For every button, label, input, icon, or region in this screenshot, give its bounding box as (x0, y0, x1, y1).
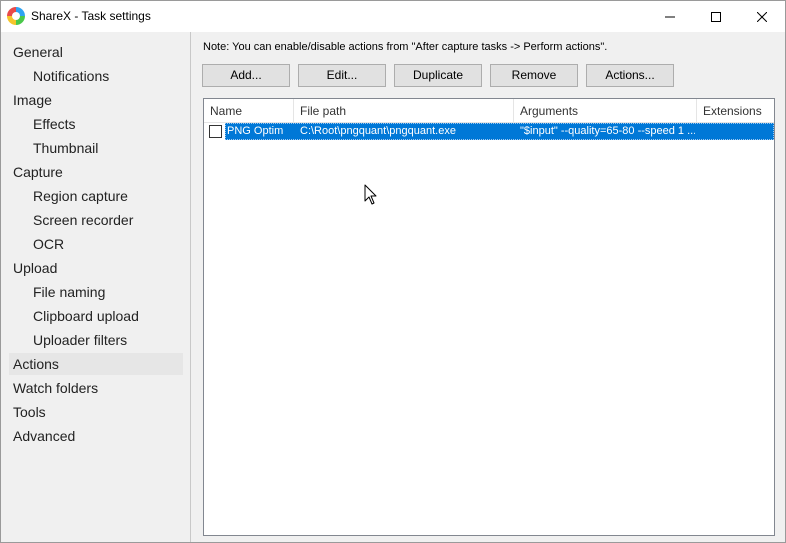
close-button[interactable] (739, 1, 785, 32)
edit-action-button[interactable]: Edit... (298, 64, 386, 87)
column-header-file-path[interactable]: File path (294, 99, 514, 123)
tree-item-watch-folders[interactable]: Watch folders (13, 377, 98, 399)
tree-item-general[interactable]: General (13, 41, 63, 63)
minimize-icon (665, 16, 675, 17)
tree-item-region-capture[interactable]: Region capture (33, 185, 128, 207)
minimize-button[interactable] (647, 1, 693, 32)
row-name-cell: PNG Optim (227, 125, 284, 137)
column-header-extensions[interactable]: Extensions (697, 99, 774, 123)
remove-action-button[interactable]: Remove (490, 64, 578, 87)
list-header: Name File path Arguments Extensions (204, 99, 774, 123)
column-header-arguments[interactable]: Arguments (514, 99, 697, 123)
maximize-icon (711, 11, 721, 22)
table-row[interactable]: PNG Optim C:\Root\pngquant\pngquant.exe … (204, 123, 774, 140)
title-bar: ShareX - Task settings (1, 1, 785, 32)
window-title: ShareX - Task settings (31, 9, 151, 23)
sharex-logo-icon (7, 7, 25, 25)
tree-item-notifications[interactable]: Notifications (33, 65, 109, 87)
maximize-button[interactable] (693, 1, 739, 32)
tree-item-effects[interactable]: Effects (33, 113, 76, 135)
tree-item-thumbnail[interactable]: Thumbnail (33, 137, 98, 159)
action-enabled-checkbox[interactable] (209, 125, 222, 138)
mouse-pointer-icon (364, 184, 377, 205)
actions-list[interactable]: Name File path Arguments Extensions PNG … (203, 98, 775, 536)
row-arguments-cell: "$input" --quality=65-80 --speed 1 ... (520, 125, 695, 137)
tree-item-actions[interactable]: Actions (9, 353, 183, 375)
tree-item-capture[interactable]: Capture (13, 161, 63, 183)
add-action-button[interactable]: Add... (202, 64, 290, 87)
duplicate-action-button[interactable]: Duplicate (394, 64, 482, 87)
tree-item-ocr[interactable]: OCR (33, 233, 64, 255)
row-extensions-cell (703, 123, 773, 140)
tree-item-tools[interactable]: Tools (13, 401, 46, 423)
settings-tree: General Notifications Image Effects Thum… (1, 32, 191, 542)
tree-item-image[interactable]: Image (13, 89, 52, 111)
actions-menu-button[interactable]: Actions... (586, 64, 674, 87)
row-file-path-cell: C:\Root\pngquant\pngquant.exe (300, 125, 456, 137)
column-header-name[interactable]: Name (204, 99, 294, 123)
close-icon (757, 11, 767, 22)
tree-item-clipboard-upload[interactable]: Clipboard upload (33, 305, 139, 327)
actions-note: Note: You can enable/disable actions fro… (203, 41, 608, 53)
tree-item-advanced[interactable]: Advanced (13, 425, 75, 447)
tree-item-upload[interactable]: Upload (13, 257, 57, 279)
tree-item-file-naming[interactable]: File naming (33, 281, 105, 303)
tree-item-uploader-filters[interactable]: Uploader filters (33, 329, 127, 351)
tree-item-screen-recorder[interactable]: Screen recorder (33, 209, 133, 231)
task-settings-window: ShareX - Task settings General Notificat… (0, 0, 786, 543)
